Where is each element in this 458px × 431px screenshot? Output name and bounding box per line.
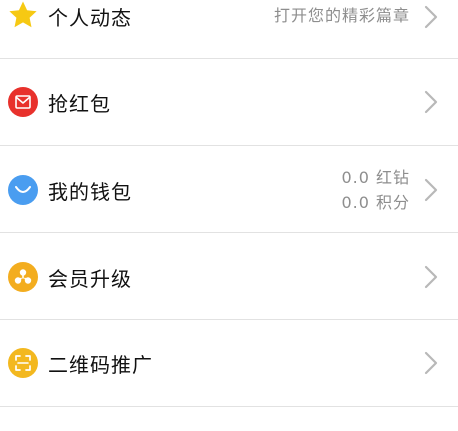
chevron-right-icon	[424, 265, 438, 289]
chevron-right-icon	[424, 178, 438, 202]
chevron-right-icon	[424, 90, 438, 114]
menu-item-label: 个人动态	[48, 6, 132, 30]
red-envelope-icon	[8, 87, 38, 117]
star-icon	[8, 0, 38, 30]
menu-item-subtitle: 打开您的精彩篇章	[273, 6, 410, 25]
menu-item-wallet[interactable]: 我的钱包 0.0 红钻 0.0 积分	[0, 146, 458, 232]
chevron-right-icon	[424, 351, 438, 375]
menu-item-label: 我的钱包	[48, 180, 132, 204]
wallet-red-diamond-balance: 0.0 红钻	[341, 168, 410, 187]
divider	[0, 406, 458, 407]
qr-scan-icon	[8, 348, 38, 378]
profile-menu: 个人动态 打开您的精彩篇章 抢红包 我的钱包 0.0 红钻 0.0 积分 会员升…	[0, 0, 458, 431]
menu-item-label: 二维码推广	[48, 353, 153, 377]
menu-item-label: 会员升级	[48, 267, 132, 291]
menu-item-qr-promo[interactable]: 二维码推广	[0, 320, 458, 406]
chevron-right-icon	[424, 5, 438, 29]
menu-item-label: 抢红包	[48, 92, 111, 116]
menu-item-member-upgrade[interactable]: 会员升级	[0, 233, 458, 319]
wallet-smile-icon	[8, 175, 38, 205]
menu-item-red-packet[interactable]: 抢红包	[0, 59, 458, 145]
wallet-points-balance: 0.0 积分	[341, 193, 410, 212]
menu-item-personal-feed[interactable]: 个人动态 打开您的精彩篇章	[0, 0, 458, 36]
member-icon	[8, 262, 38, 292]
